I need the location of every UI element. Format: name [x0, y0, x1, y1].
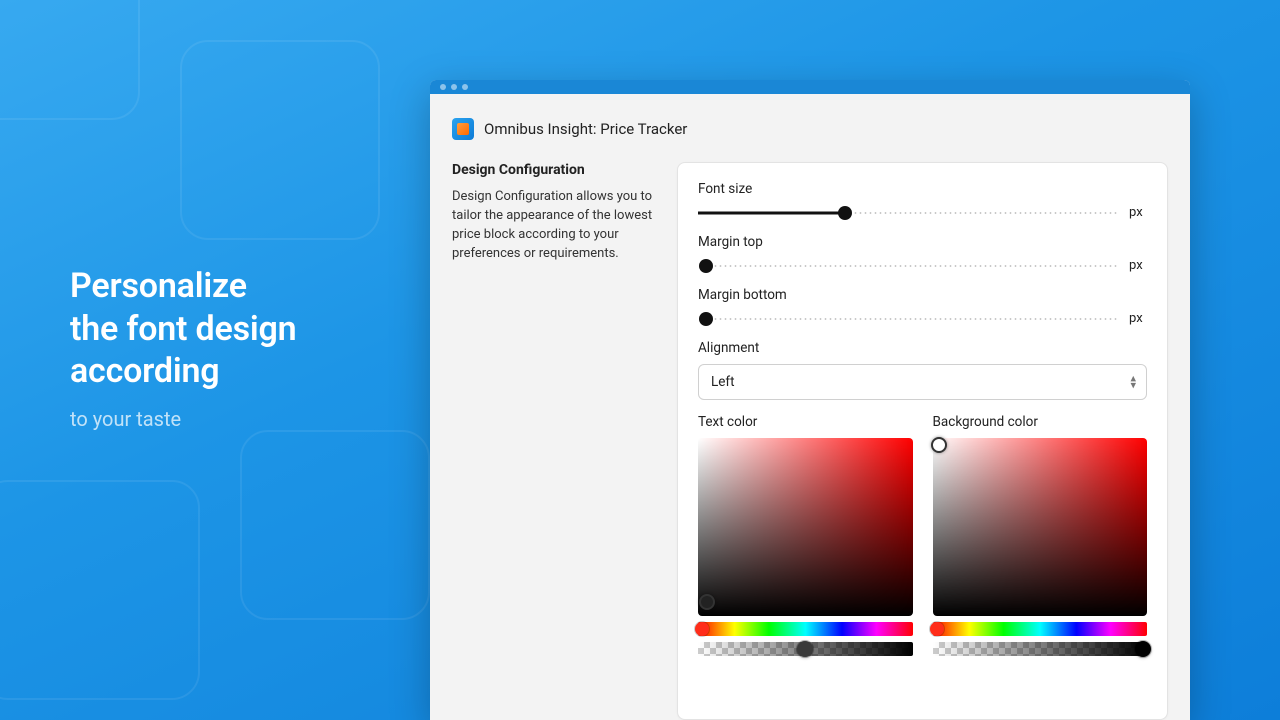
font-size-control: Font size px	[698, 181, 1147, 220]
traffic-light-minimize[interactable]	[451, 84, 457, 90]
sidebar-heading: Design Configuration	[452, 162, 657, 178]
promo-headline-line: according	[70, 351, 219, 391]
text-color-alpha[interactable]	[698, 642, 913, 656]
promo-subline: to your taste	[70, 407, 296, 431]
margin-top-slider-thumb[interactable]	[699, 259, 713, 273]
text-color-alpha-cursor[interactable]	[797, 641, 813, 657]
margin-top-control: Margin top px	[698, 234, 1147, 273]
promo-headline: Personalize the font design according	[70, 265, 296, 393]
promo-headline-line: the font design	[70, 309, 296, 349]
font-size-slider-thumb[interactable]	[838, 206, 852, 220]
margin-top-label: Margin top	[698, 234, 1147, 250]
alignment-select[interactable]: Left ▴▾	[698, 364, 1147, 400]
text-color-picker: Text color	[698, 414, 913, 656]
traffic-light-close[interactable]	[440, 84, 446, 90]
background-color-alpha-cursor[interactable]	[1135, 641, 1151, 657]
margin-bottom-slider-thumb[interactable]	[699, 312, 713, 326]
text-color-sat-cursor[interactable]	[699, 594, 715, 610]
app-header: Omnibus Insight: Price Tracker	[452, 118, 1168, 140]
alignment-value: Left	[711, 374, 735, 390]
text-color-label: Text color	[698, 414, 913, 430]
alignment-label: Alignment	[698, 340, 1147, 356]
background-color-alpha[interactable]	[933, 642, 1148, 656]
app-window: Omnibus Insight: Price Tracker Design Co…	[430, 80, 1190, 720]
margin-top-slider[interactable]	[698, 259, 1117, 273]
sidebar-description: Design Configuration allows you to tailo…	[452, 188, 657, 263]
promo-headline-line: Personalize	[70, 266, 247, 306]
margin-bottom-slider[interactable]	[698, 312, 1117, 326]
margin-bottom-label: Margin bottom	[698, 287, 1147, 303]
promo-text: Personalize the font design according to…	[70, 265, 296, 431]
margin-top-unit: px	[1129, 258, 1147, 273]
stage: Personalize the font design according to…	[0, 0, 1280, 720]
background-color-hue-cursor[interactable]	[930, 622, 944, 636]
background-color-hue[interactable]	[933, 622, 1148, 636]
background-color-picker: Background color	[933, 414, 1148, 656]
background-color-label: Background color	[933, 414, 1148, 430]
margin-bottom-control: Margin bottom px	[698, 287, 1147, 326]
traffic-light-zoom[interactable]	[462, 84, 468, 90]
settings-panel: Font size px Margin top	[677, 162, 1168, 720]
background-color-saturation[interactable]	[933, 438, 1148, 616]
chevron-updown-icon: ▴▾	[1130, 375, 1136, 388]
font-size-label: Font size	[698, 181, 1147, 197]
app-title: Omnibus Insight: Price Tracker	[484, 120, 687, 138]
text-color-hue[interactable]	[698, 622, 913, 636]
margin-bottom-unit: px	[1129, 311, 1147, 326]
text-color-saturation[interactable]	[698, 438, 913, 616]
font-size-slider[interactable]	[698, 206, 1117, 220]
window-titlebar[interactable]	[430, 80, 1190, 94]
background-color-sat-cursor[interactable]	[931, 437, 947, 453]
app-icon	[452, 118, 474, 140]
text-color-hue-cursor[interactable]	[695, 622, 709, 636]
alignment-control: Alignment Left ▴▾	[698, 340, 1147, 400]
sidebar: Design Configuration Design Configuratio…	[452, 162, 657, 720]
font-size-unit: px	[1129, 205, 1147, 220]
